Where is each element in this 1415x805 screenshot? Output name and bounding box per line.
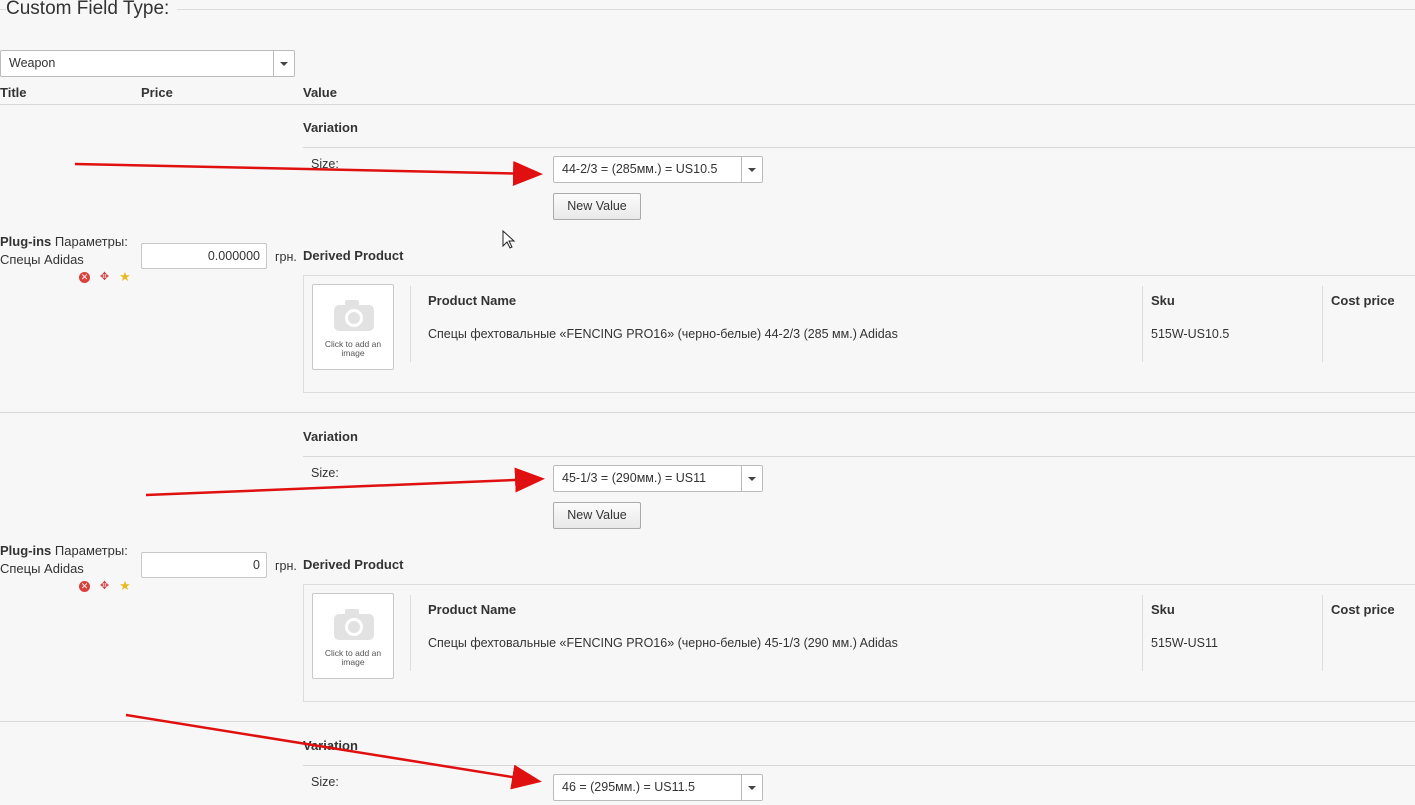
star-icon[interactable]: ★ xyxy=(119,270,131,283)
size-select-value: 46 = (295мм.) = US11.5 xyxy=(562,780,696,794)
row-title-bold: Plug-ins xyxy=(0,543,52,558)
row-title: Plug-ins Параметры: Спецы Adidas xyxy=(0,233,128,269)
variation-divider xyxy=(303,456,1415,457)
currency-label: грн. xyxy=(275,250,297,264)
custom-field-type-value: Weapon xyxy=(9,56,56,70)
product-sku[interactable]: 515W-US11 xyxy=(1151,636,1218,650)
size-label: Size: xyxy=(311,775,339,789)
variation-heading: Variation xyxy=(303,120,358,135)
product-name[interactable]: Спецы фехтовальные «FENCING PRO16» (черн… xyxy=(428,327,898,341)
add-image-caption: Click to add an image xyxy=(324,648,382,667)
new-value-button[interactable]: New Value xyxy=(553,502,641,529)
cost-price-header: Cost price xyxy=(1331,602,1395,617)
add-image-button[interactable]: Click to add an image xyxy=(312,284,394,370)
derived-product-panel: Click to add an image Product Name Sku C… xyxy=(303,584,1415,702)
fieldset-legend: Custom Field Type: xyxy=(6,0,178,20)
row-title-rest: Параметры: xyxy=(54,234,128,249)
derived-product-heading: Derived Product xyxy=(303,557,404,572)
size-select[interactable]: 46 = (295мм.) = US11.5 xyxy=(553,774,763,801)
variation-divider xyxy=(303,765,1415,766)
chevron-down-icon[interactable] xyxy=(273,51,294,76)
red-arrow xyxy=(74,160,543,186)
column-separator xyxy=(1142,286,1143,362)
product-name-header: Product Name xyxy=(428,602,517,617)
size-label: Size: xyxy=(311,466,339,480)
variation-heading: Variation xyxy=(303,738,358,753)
chevron-down-icon[interactable] xyxy=(741,775,762,800)
row-title: Plug-ins Параметры: Спецы Adidas xyxy=(0,542,128,578)
column-title: Title xyxy=(0,85,27,100)
chevron-down-icon[interactable] xyxy=(741,466,762,491)
product-name[interactable]: Спецы фехтовальные «FENCING PRO16» (черн… xyxy=(428,636,898,650)
red-arrow xyxy=(145,467,545,497)
add-image-button[interactable]: Click to add an image xyxy=(312,593,394,679)
product-sku[interactable]: 515W-US10.5 xyxy=(1151,327,1229,341)
expand-icon[interactable]: ✥ xyxy=(99,272,110,283)
row-title-bold: Plug-ins xyxy=(0,234,52,249)
row-divider xyxy=(0,412,1415,413)
new-value-button[interactable]: New Value xyxy=(553,193,641,220)
row-title-line2: Спецы Adidas xyxy=(0,252,84,267)
column-price: Price xyxy=(141,85,173,100)
product-name-header: Product Name xyxy=(428,293,517,308)
header-divider xyxy=(0,104,1415,105)
variation-divider xyxy=(303,147,1415,148)
derived-product-heading: Derived Product xyxy=(303,248,404,263)
price-input[interactable]: 0.000000 xyxy=(141,243,267,269)
delete-icon[interactable]: ✕ xyxy=(79,272,90,283)
size-select-value: 44-2/3 = (285мм.) = US10.5 xyxy=(562,162,718,176)
sku-header: Sku xyxy=(1151,293,1175,308)
price-input[interactable]: 0 xyxy=(141,552,267,578)
expand-icon[interactable]: ✥ xyxy=(99,581,110,592)
custom-field-type-select[interactable]: Weapon xyxy=(0,50,295,77)
size-select[interactable]: 44-2/3 = (285мм.) = US10.5 xyxy=(553,156,763,183)
row-title-rest: Параметры: xyxy=(54,543,128,558)
camera-icon xyxy=(334,609,374,640)
fieldset-border xyxy=(0,9,1415,10)
derived-product-panel: Click to add an image Product Name Sku C… xyxy=(303,275,1415,393)
add-image-caption: Click to add an image xyxy=(324,339,382,358)
size-select[interactable]: 45-1/3 = (290мм.) = US11 xyxy=(553,465,763,492)
column-separator xyxy=(1322,286,1323,362)
chevron-down-icon[interactable] xyxy=(741,157,762,182)
star-icon[interactable]: ★ xyxy=(119,579,131,592)
column-separator xyxy=(1322,595,1323,671)
mouse-cursor-icon xyxy=(502,230,516,249)
sku-header: Sku xyxy=(1151,602,1175,617)
column-separator xyxy=(1142,595,1143,671)
size-label: Size: xyxy=(311,157,339,171)
camera-icon xyxy=(334,300,374,331)
column-separator xyxy=(410,286,411,362)
size-select-value: 45-1/3 = (290мм.) = US11 xyxy=(562,471,707,485)
currency-label: грн. xyxy=(275,559,297,573)
cost-price-header: Cost price xyxy=(1331,293,1395,308)
row-divider xyxy=(0,721,1415,722)
column-separator xyxy=(410,595,411,671)
delete-icon[interactable]: ✕ xyxy=(79,581,90,592)
column-value: Value xyxy=(303,85,337,100)
row-title-line2: Спецы Adidas xyxy=(0,561,84,576)
variation-heading: Variation xyxy=(303,429,358,444)
